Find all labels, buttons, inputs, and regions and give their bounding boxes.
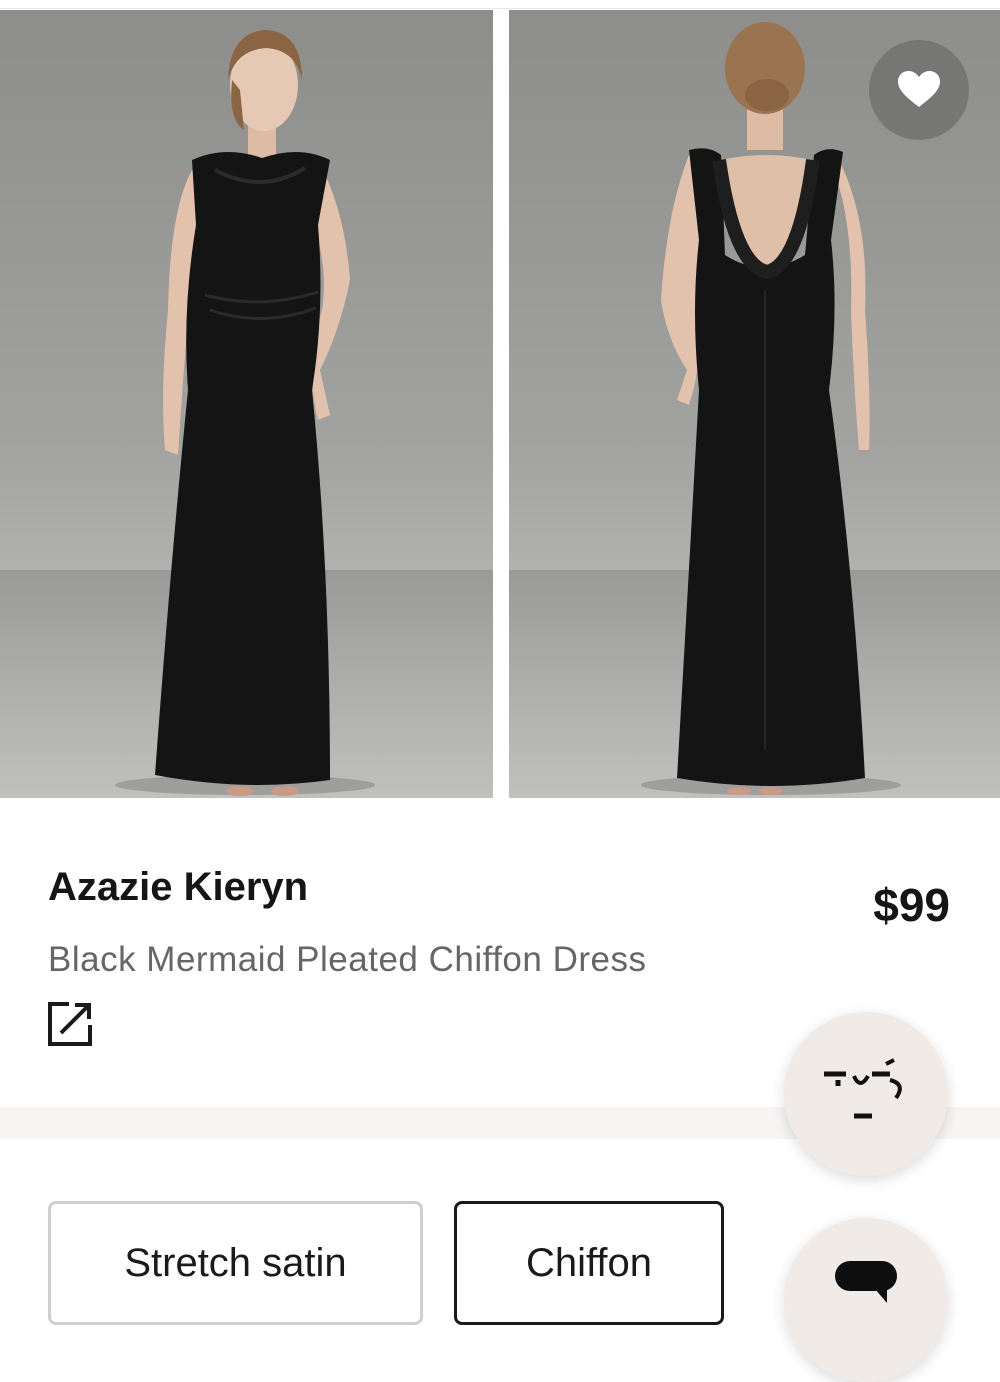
fabric-option-chiffon[interactable]: Chiffon — [454, 1201, 724, 1325]
heart-icon — [898, 71, 940, 107]
assistant-button[interactable] — [784, 1012, 948, 1176]
face-icon — [824, 1058, 902, 1119]
chat-bubble-icon — [835, 1261, 897, 1303]
top-divider — [0, 0, 1000, 9]
product-subtitle: Black Mermaid Pleated Chiffon Dress — [48, 940, 647, 979]
product-image-front[interactable] — [0, 10, 493, 798]
fabric-option-label: Stretch satin — [124, 1240, 347, 1285]
fabric-option-stretch-satin[interactable]: Stretch satin — [48, 1201, 423, 1325]
product-brand: Azazie Kieryn — [48, 865, 309, 909]
model-front-illustration — [0, 30, 493, 798]
chat-button[interactable] — [784, 1218, 948, 1382]
open-external-icon[interactable] — [47, 1001, 93, 1047]
favorite-button[interactable] — [869, 40, 969, 140]
fabric-option-label: Chiffon — [525, 1240, 652, 1285]
product-price: $99 — [873, 879, 950, 931]
